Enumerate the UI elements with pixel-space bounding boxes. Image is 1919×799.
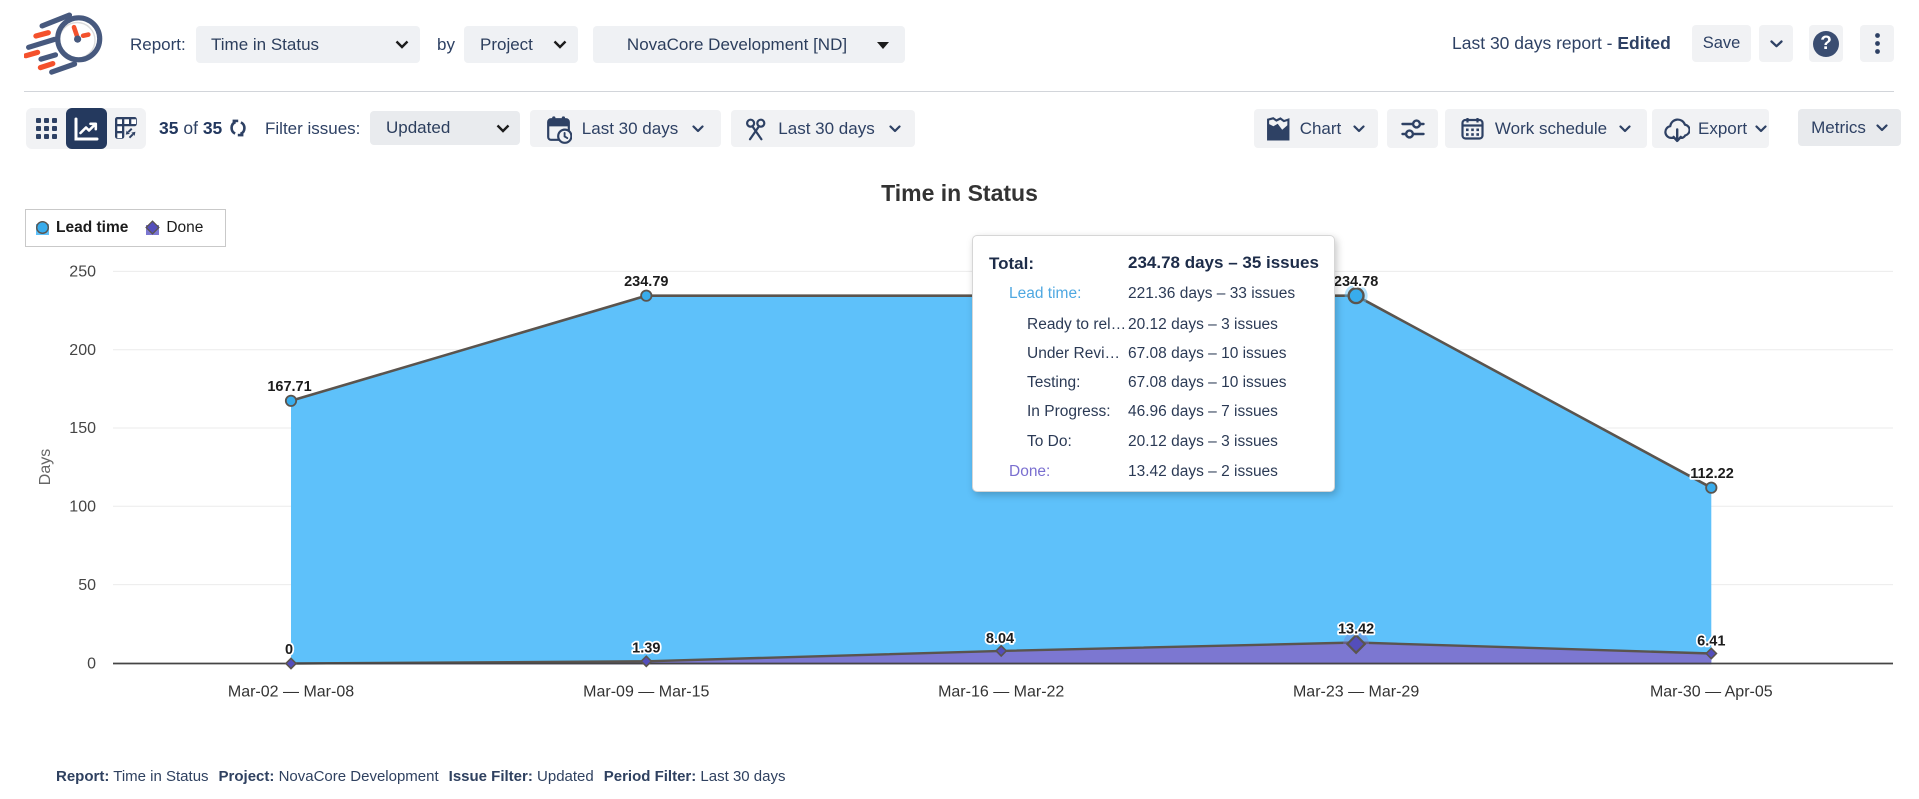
svg-text:150: 150 bbox=[69, 420, 96, 437]
svg-text:250: 250 bbox=[69, 264, 96, 281]
svg-text:Days: Days bbox=[37, 449, 54, 485]
svg-text:167.71: 167.71 bbox=[267, 379, 311, 395]
svg-text:Mar-09 — Mar-15: Mar-09 — Mar-15 bbox=[583, 684, 709, 701]
svg-text:234.79: 234.79 bbox=[624, 274, 668, 290]
svg-text:100: 100 bbox=[69, 499, 96, 516]
svg-text:200: 200 bbox=[69, 342, 96, 359]
svg-text:0: 0 bbox=[87, 656, 96, 673]
svg-text:234.78: 234.78 bbox=[1334, 274, 1378, 290]
svg-text:Mar-30 — Apr-05: Mar-30 — Apr-05 bbox=[1650, 684, 1773, 701]
svg-text:112.22: 112.22 bbox=[1690, 466, 1734, 482]
svg-text:Mar-02 — Mar-08: Mar-02 — Mar-08 bbox=[228, 684, 354, 701]
svg-text:6.41: 6.41 bbox=[1697, 634, 1725, 650]
svg-text:13.42: 13.42 bbox=[1338, 622, 1374, 638]
svg-text:0: 0 bbox=[285, 642, 293, 658]
svg-text:8.04: 8.04 bbox=[986, 631, 1014, 647]
svg-text:50: 50 bbox=[78, 577, 96, 594]
svg-text:1.39: 1.39 bbox=[632, 640, 660, 656]
svg-text:Mar-23 — Mar-29: Mar-23 — Mar-29 bbox=[1293, 684, 1419, 701]
svg-text:Mar-16 — Mar-22: Mar-16 — Mar-22 bbox=[938, 684, 1064, 701]
